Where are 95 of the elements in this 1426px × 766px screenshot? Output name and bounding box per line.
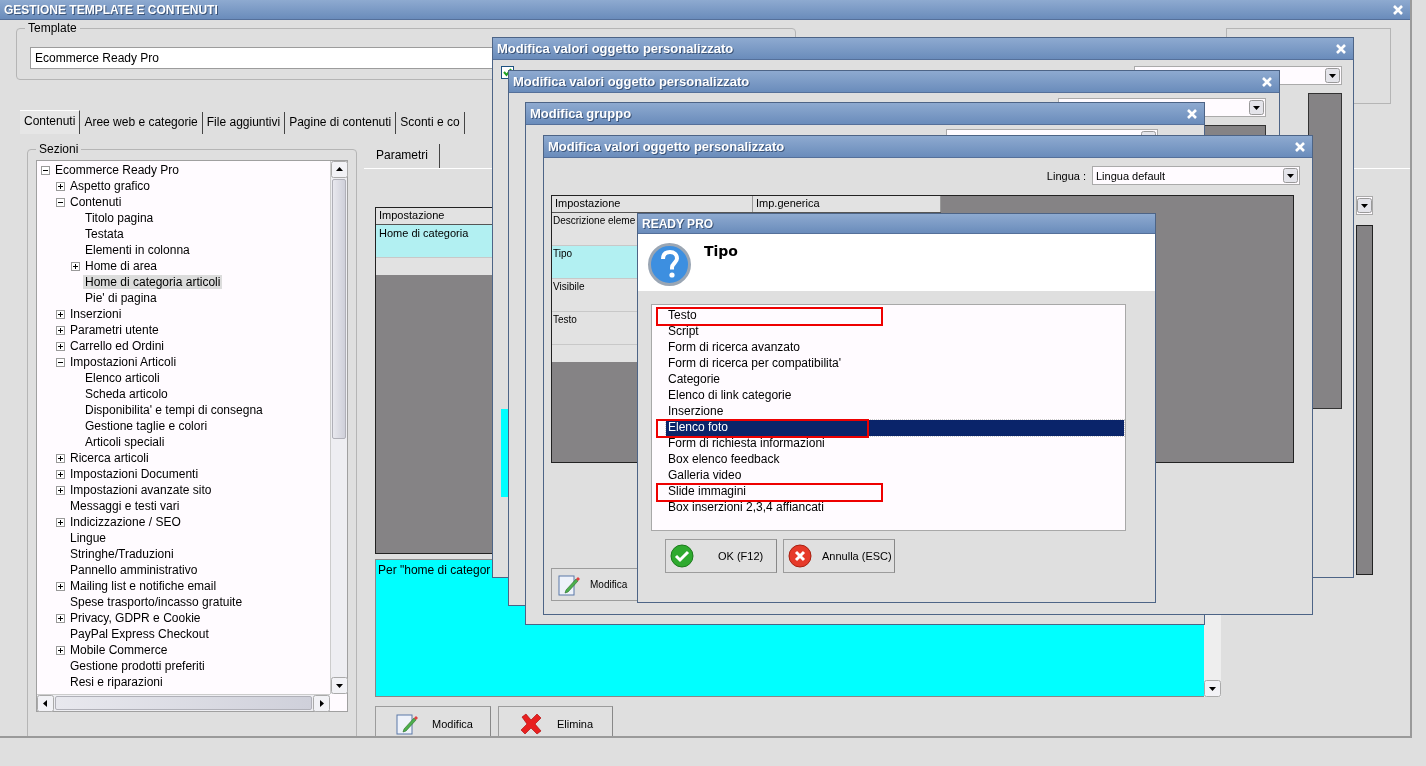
table-cell-text: Tipo <box>552 247 574 261</box>
tree-item[interactable]: Contenuti <box>68 195 124 209</box>
edit-document-icon <box>558 572 580 597</box>
edit-document-icon <box>396 712 418 736</box>
tree-item[interactable]: Mailing list e notifiche email <box>68 579 219 593</box>
check-circle-icon <box>670 544 694 568</box>
cancel-circle-icon <box>788 544 812 568</box>
tree-toggle-icon[interactable] <box>56 517 65 527</box>
list-option[interactable]: Form di ricerca per compatibilita' <box>666 356 1124 372</box>
tree-item[interactable]: Mobile Commerce <box>68 643 170 657</box>
list-option[interactable]: Form di richiesta informazioni <box>666 436 1124 452</box>
table-cell-text: Visibile <box>552 280 586 294</box>
tree-item[interactable]: Ecommerce Ready Pro <box>53 163 182 177</box>
delete-x-icon <box>519 712 543 736</box>
question-icon <box>648 243 691 286</box>
description-text: Per "home di categor <box>378 563 491 579</box>
language-select[interactable]: Lingua default <box>1092 166 1300 185</box>
tree-item[interactable]: Impostazioni Documenti <box>68 467 201 481</box>
tree-item[interactable]: Privacy, GDPR e Cookie <box>68 611 203 625</box>
tree-toggle-icon[interactable] <box>56 469 65 479</box>
tree-item[interactable]: Gestione prodotti preferiti <box>68 659 207 673</box>
tree-toggle-icon[interactable] <box>56 485 65 495</box>
tree-item[interactable]: Gestione taglie e colori <box>83 419 210 433</box>
tree-toggle-icon[interactable] <box>56 357 65 367</box>
tree-item[interactable]: Elementi in colonna <box>83 243 192 257</box>
window-title: GESTIONE TEMPLATE E CONTENUTI <box>4 2 218 17</box>
column-header: Imp.generica <box>753 196 941 212</box>
dialog-title: Modifica valori oggetto personalizzato <box>548 139 785 154</box>
tree-item[interactable]: Impostazioni avanzate sito <box>68 483 214 497</box>
action-button[interactable]: Modifica <box>375 706 491 736</box>
tree-toggle-icon[interactable] <box>56 645 65 655</box>
tree-item[interactable]: Articoli speciali <box>83 435 167 449</box>
tree-toggle-icon[interactable] <box>56 613 65 623</box>
group-label: Template <box>25 21 80 35</box>
dialog-button[interactable]: OK (F12) <box>665 539 777 573</box>
tree-item[interactable]: Home di categoria articoli <box>83 275 223 289</box>
tree-item[interactable]: Spese trasporto/incasso gratuite <box>68 595 245 609</box>
tree-item[interactable]: Titolo pagina <box>83 211 156 225</box>
tree-toggle-icon[interactable] <box>56 309 65 319</box>
tree-item[interactable]: Aspetto grafico <box>68 179 153 193</box>
tree-item[interactable]: PayPal Express Checkout <box>68 627 211 641</box>
group-label: Sezioni <box>36 142 82 156</box>
list-option[interactable]: Slide immagini <box>666 484 1124 500</box>
list-option[interactable]: Galleria video <box>666 468 1124 484</box>
tree-item[interactable]: Pie' di pagina <box>83 291 159 305</box>
language-label: Lingua : <box>1046 169 1086 182</box>
column-header: Impostazione <box>552 196 753 212</box>
close-icon[interactable] <box>1261 75 1273 88</box>
dialog-button[interactable]: Annulla (ESC) <box>783 539 895 573</box>
tab[interactable]: Parametri <box>370 144 440 168</box>
close-icon[interactable] <box>1335 42 1347 55</box>
close-icon[interactable] <box>1392 3 1404 16</box>
tab[interactable]: Contenuti <box>20 110 81 134</box>
close-icon[interactable] <box>1186 107 1198 120</box>
list-option[interactable]: Elenco di link categorie <box>666 388 1124 404</box>
table-cell-text: Home di categoria <box>378 226 470 241</box>
tree-item[interactable]: Messaggi e testi vari <box>68 499 182 513</box>
table-cell-text: Testo <box>552 313 578 327</box>
tree-item[interactable]: Carrello ed Ordini <box>68 339 167 353</box>
dialog-title: Modifica gruppo <box>530 106 632 121</box>
list-option[interactable]: Script <box>666 324 1124 340</box>
tree-toggle-icon[interactable] <box>41 165 50 175</box>
tree-toggle-icon[interactable] <box>56 341 65 351</box>
tree-item[interactable]: Lingue <box>68 531 109 545</box>
close-icon[interactable] <box>1294 140 1306 153</box>
tree-item[interactable]: Parametri utente <box>68 323 161 337</box>
tree-toggle-icon[interactable] <box>56 325 65 335</box>
horizontal-scrollbar[interactable] <box>37 694 330 711</box>
list-option[interactable]: Box elenco feedback <box>666 452 1124 468</box>
tree-item[interactable]: Testata <box>83 227 126 241</box>
list-option[interactable]: Form di ricerca avanzato <box>666 340 1124 356</box>
tree-item[interactable]: Stringhe/Traduzioni <box>68 547 176 561</box>
list-option[interactable]: Categorie <box>666 372 1124 388</box>
tree-item[interactable]: Scheda articolo <box>83 387 170 401</box>
tree-item[interactable]: Pannello amministrativo <box>68 563 200 577</box>
tree-item[interactable]: Impostazioni Articoli <box>68 355 179 369</box>
tree-item[interactable]: Home di area <box>83 259 160 273</box>
dialog-title: Modifica valori oggetto personalizzato <box>513 74 750 89</box>
vertical-scrollbar[interactable] <box>330 161 347 694</box>
list-option[interactable]: Box inserzioni 2,3,4 affiancati <box>666 500 1124 516</box>
tree-item[interactable]: Elenco articoli <box>83 371 162 385</box>
tree-item[interactable]: Indicizzazione / SEO <box>68 515 183 529</box>
tree-item[interactable]: Inserzioni <box>68 307 124 321</box>
list-option[interactable]: Inserzione <box>666 404 1124 420</box>
tree-item[interactable]: Resi e riparazioni <box>68 675 165 689</box>
tree-item[interactable]: Ricerca articoli <box>68 451 151 465</box>
prompt-heading: Tipo <box>704 243 738 259</box>
tree-toggle-icon[interactable] <box>56 197 65 207</box>
tree-toggle-icon[interactable] <box>56 453 65 463</box>
list-option[interactable]: Testo <box>666 308 1124 324</box>
tree-toggle-icon[interactable] <box>56 181 65 191</box>
tree-toggle-icon[interactable] <box>71 261 80 271</box>
action-button[interactable]: Elimina <box>498 706 613 736</box>
tree-item[interactable]: Disponibilita' e tempi di consegna <box>83 403 265 417</box>
tree-toggle-icon[interactable] <box>56 581 65 591</box>
